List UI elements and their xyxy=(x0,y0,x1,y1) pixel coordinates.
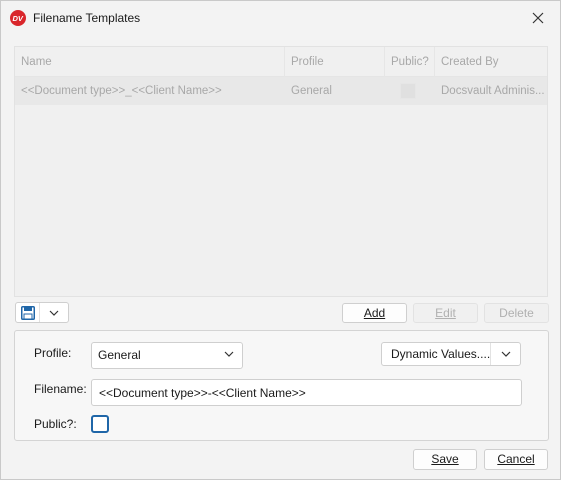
row-name-cell: <<Document type>>_<<Client Name>> xyxy=(21,85,222,97)
title-bar: DV Filename Templates xyxy=(1,1,560,35)
column-header-name[interactable]: Name xyxy=(15,47,285,77)
window-title: Filename Templates xyxy=(33,11,141,25)
profile-select[interactable]: General xyxy=(91,342,243,369)
column-header-profile[interactable]: Profile xyxy=(285,47,385,77)
edit-button[interactable]: Edit xyxy=(413,303,478,323)
cancel-button[interactable]: Cancel xyxy=(484,449,548,470)
delete-button-label: Delete xyxy=(499,306,534,320)
profile-select-value: General xyxy=(98,348,141,362)
template-editor-panel: Profile: General Dynamic Values.... File… xyxy=(14,330,549,441)
close-button[interactable] xyxy=(526,7,550,29)
cancel-button-label: Cancel xyxy=(497,452,535,466)
edit-button-label: Edit xyxy=(435,306,456,320)
save-layout-dropdown-button[interactable] xyxy=(40,303,68,322)
public-checkbox[interactable] xyxy=(91,415,109,433)
filename-input-value: <<Document type>>-<<Client Name>> xyxy=(99,386,306,400)
save-button[interactable]: Save xyxy=(413,449,477,470)
save-layout-combo xyxy=(15,302,69,323)
chevron-down-icon xyxy=(224,351,234,357)
row-created-by-cell: Docsvault Adminis... xyxy=(441,85,545,97)
save-layout-button[interactable] xyxy=(16,303,40,322)
public-label: Public?: xyxy=(34,417,77,431)
column-header-created-by[interactable]: Created By xyxy=(435,47,547,77)
row-profile-cell: General xyxy=(291,85,332,97)
chevron-down-icon xyxy=(501,351,510,357)
save-button-label: Save xyxy=(431,452,459,466)
add-button[interactable]: Add xyxy=(342,303,407,323)
save-icon xyxy=(20,305,35,320)
dynamic-values-dropdown-button[interactable] xyxy=(490,343,520,365)
dynamic-values-combo: Dynamic Values.... xyxy=(381,342,521,366)
add-button-label: Add xyxy=(363,306,386,320)
grid-header: Name Profile Public? Created By xyxy=(15,47,547,77)
table-row[interactable]: <<Document type>>_<<Client Name>> Genera… xyxy=(15,77,547,105)
svg-text:DV: DV xyxy=(13,14,24,23)
chevron-down-icon xyxy=(49,310,59,316)
templates-grid[interactable]: Name Profile Public? Created By <<Docume… xyxy=(14,46,548,297)
close-icon xyxy=(532,12,544,24)
filename-input[interactable]: <<Document type>>-<<Client Name>> xyxy=(91,379,522,406)
dynamic-values-button[interactable]: Dynamic Values.... xyxy=(391,343,490,365)
delete-button[interactable]: Delete xyxy=(484,303,549,323)
docsvault-logo-icon: DV xyxy=(10,10,26,26)
profile-label: Profile: xyxy=(34,346,72,360)
row-public-checkbox xyxy=(400,83,416,99)
filename-templates-dialog: DV Filename Templates Name Profile Publi… xyxy=(0,0,561,480)
column-header-public[interactable]: Public? xyxy=(385,47,435,77)
filename-label: Filename: xyxy=(34,382,87,396)
